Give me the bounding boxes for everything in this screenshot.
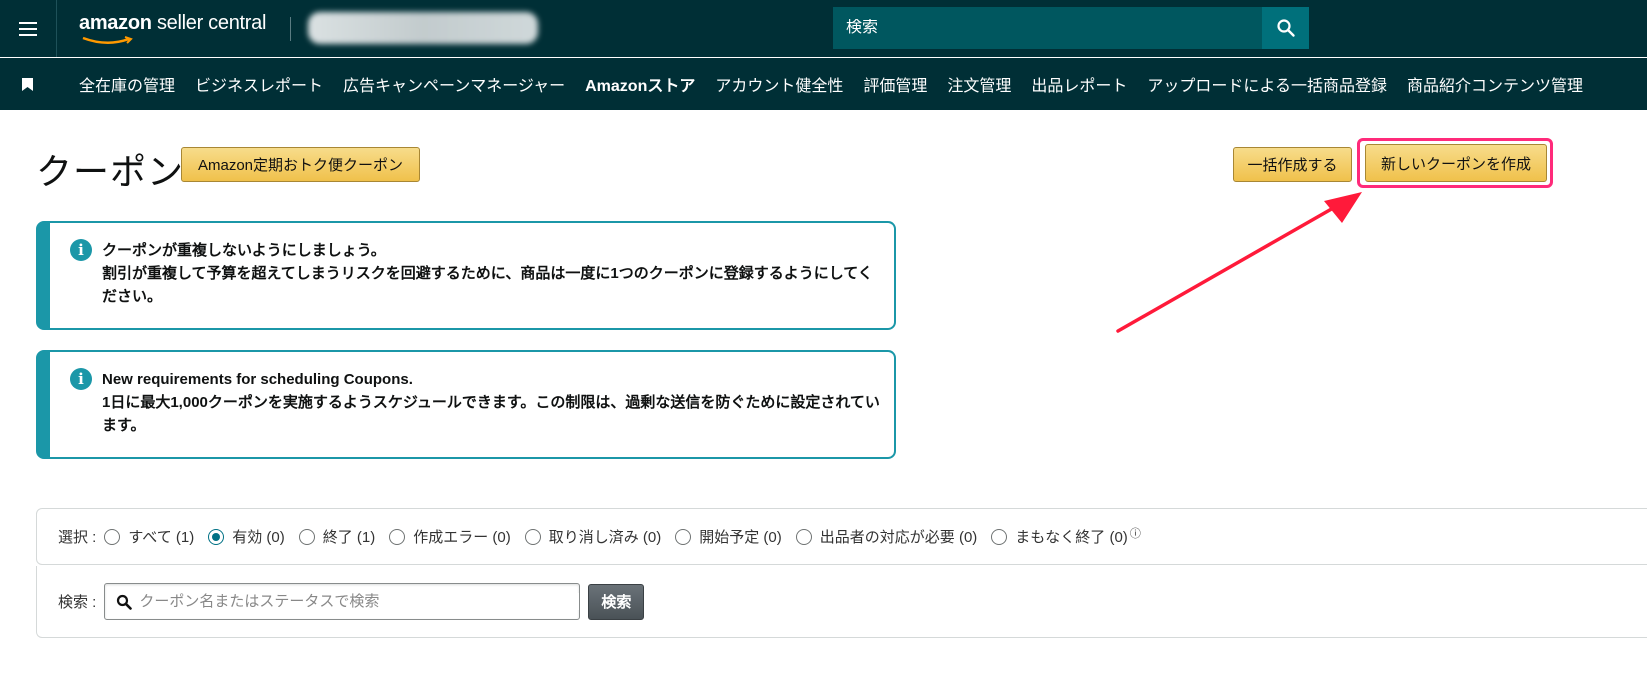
nav-item-feedback-manager[interactable]: 評価管理 xyxy=(853,72,937,96)
global-search-box[interactable] xyxy=(833,7,1262,49)
nav-item-business-reports[interactable]: ビジネスレポート xyxy=(185,72,333,96)
annotation-highlight-box xyxy=(1357,138,1553,188)
nav-items: 全在庫の管理 ビジネスレポート 広告キャンペーンマネージャー Amazonストア… xyxy=(69,58,1593,110)
search-label: 検索 : xyxy=(58,594,97,611)
logo-brand: amazon xyxy=(79,12,152,34)
amazon-smile-icon xyxy=(82,36,133,44)
nav-item-a-plus-content[interactable]: 商品紹介コンテンツ管理 xyxy=(1397,72,1593,96)
filter-radio-all[interactable]: すべて (1) xyxy=(104,526,194,547)
alert-scheduling-requirements: i New requirements for scheduling Coupon… xyxy=(36,350,896,459)
search-icon xyxy=(117,594,133,610)
nav-item-bulk-upload[interactable]: アップロードによる一括商品登録 xyxy=(1137,72,1397,96)
top-header: amazon seller central xyxy=(0,0,1647,57)
filter-radio-scheduled[interactable]: 開始予定 (0) xyxy=(675,526,782,547)
alert-body: 割引が重複して予算を超えてしまうリスクを回避するために、商品は一度に1つのクーポ… xyxy=(102,265,873,305)
nav-item-amazon-stores[interactable]: Amazonストア xyxy=(575,72,705,96)
info-icon[interactable]: ⓘ xyxy=(1130,525,1141,541)
nav-item-listing-reports[interactable]: 出品レポート xyxy=(1021,72,1137,96)
coupon-search-box[interactable] xyxy=(104,583,581,620)
amazon-seller-central-logo[interactable]: amazon seller central xyxy=(79,12,267,44)
global-search-button[interactable] xyxy=(1262,7,1309,49)
coupon-search-input[interactable] xyxy=(139,593,580,610)
coupon-search-panel: 検索 : 検索 xyxy=(36,566,1647,638)
alert-body: 1日に最大1,000クーポンを実施するようスケジュールできます。この制限は、過剰… xyxy=(102,394,880,434)
nav-item-inventory[interactable]: 全在庫の管理 xyxy=(69,72,185,96)
filter-radio-creation-error[interactable]: 作成エラー (0) xyxy=(389,526,511,547)
global-search-input[interactable] xyxy=(846,19,1262,37)
filter-radio-cancelled[interactable]: 取り消し済み (0) xyxy=(524,526,661,547)
account-name-redacted[interactable] xyxy=(308,12,538,44)
alert-duplicate-coupons: i クーポンが重複しないようにしましょう。 割引が重複して予算を超えてしまうリス… xyxy=(36,221,896,330)
bookmark-icon[interactable] xyxy=(22,78,33,91)
bulk-create-button[interactable]: 一括作成する xyxy=(1233,147,1352,182)
annotation-arrow xyxy=(1116,192,1362,333)
status-filter-panel: 選択 : すべて (1) 有効 (0) 終了 (1) 作成エラー (0) 取り消… xyxy=(36,508,1647,565)
filter-radio-active[interactable]: 有効 (0) xyxy=(208,526,285,547)
subscribe-save-coupon-button[interactable]: Amazon定期おトク便クーポン xyxy=(181,147,420,182)
nav-item-order-management[interactable]: 注文管理 xyxy=(937,72,1021,96)
main-nav-bar: 全在庫の管理 ビジネスレポート 広告キャンペーンマネージャー Amazonストア… xyxy=(0,58,1647,110)
info-icon: i xyxy=(70,239,92,261)
alert-title: クーポンが重複しないようにしましょう。 xyxy=(102,242,386,259)
search-icon xyxy=(1276,19,1295,37)
filter-label: 選択 : xyxy=(58,529,97,546)
filter-radio-ended[interactable]: 終了 (1) xyxy=(298,526,375,547)
logo-product: seller central xyxy=(156,12,267,34)
nav-item-ad-campaign-manager[interactable]: 広告キャンペーンマネージャー xyxy=(333,72,575,96)
hamburger-menu-icon[interactable] xyxy=(0,0,57,57)
filter-radio-ending-soon[interactable]: まもなく終了 (0) ⓘ xyxy=(991,526,1141,547)
nav-item-account-health[interactable]: アカウント健全性 xyxy=(705,72,853,96)
logo-divider xyxy=(290,17,291,41)
info-icon: i xyxy=(70,368,92,390)
alert-title: New requirements for scheduling Coupons. xyxy=(102,371,413,388)
filter-radio-action-required[interactable]: 出品者の対応が必要 (0) xyxy=(795,526,977,547)
page-title: クーポン xyxy=(36,151,185,192)
coupon-search-button[interactable]: 検索 xyxy=(588,583,645,620)
